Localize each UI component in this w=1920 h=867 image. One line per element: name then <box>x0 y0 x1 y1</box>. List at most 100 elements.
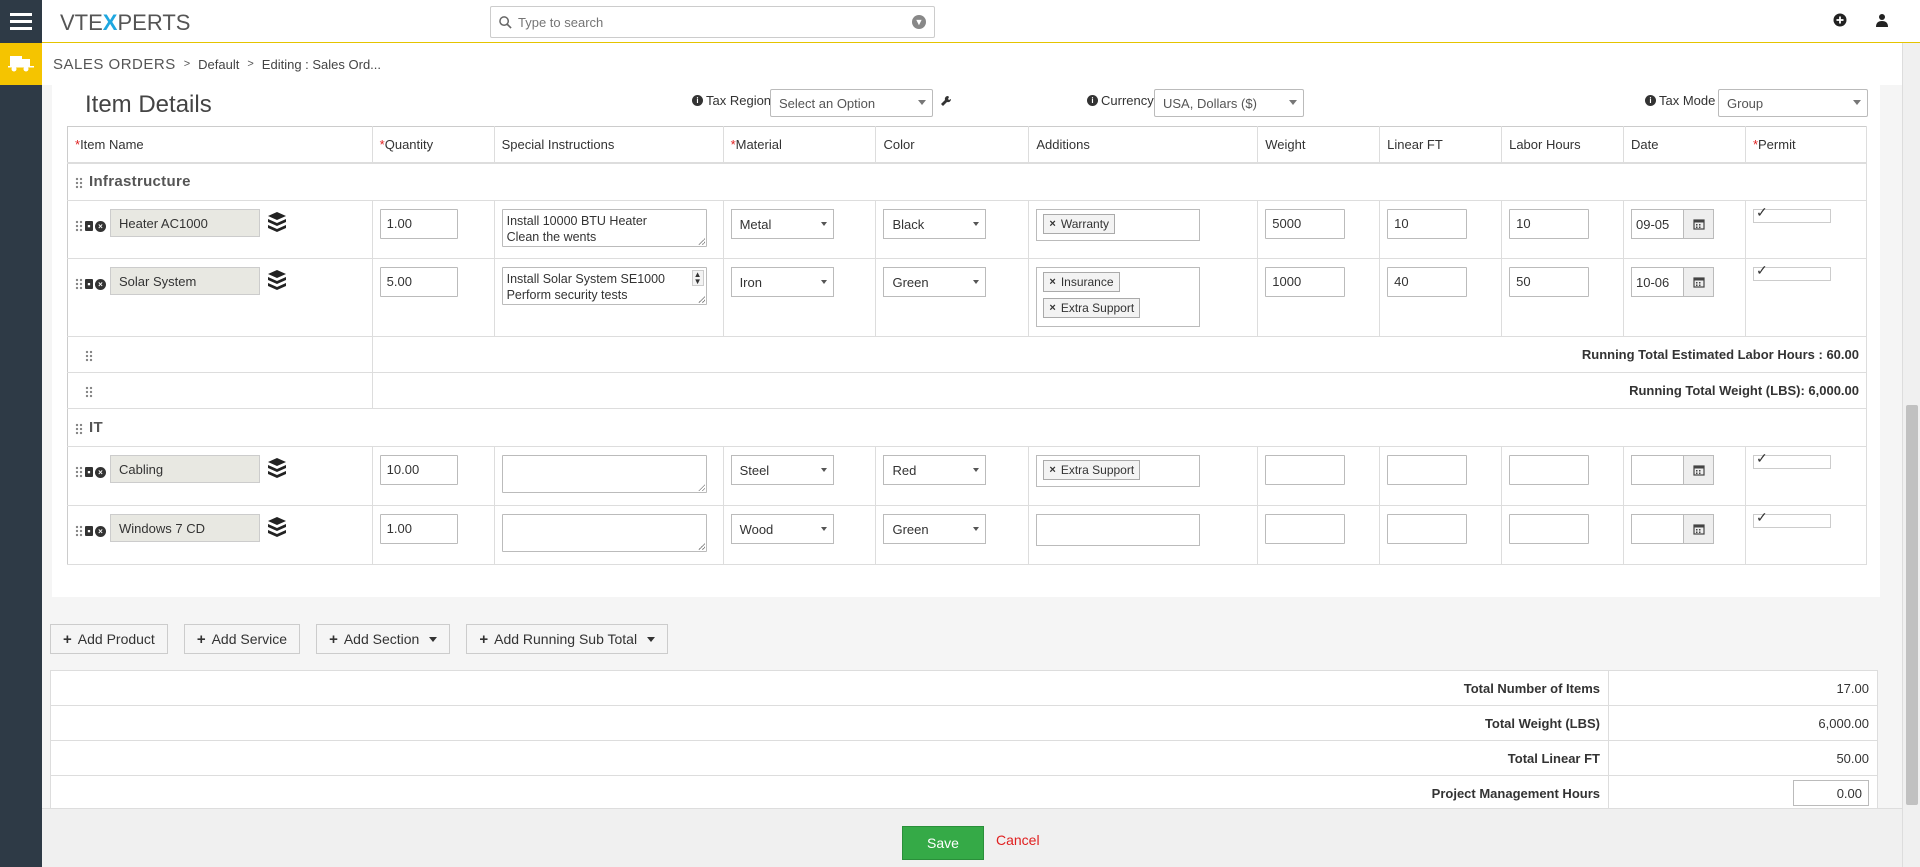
drag-handle-icon[interactable] <box>75 176 83 189</box>
calendar-icon[interactable] <box>1683 268 1714 296</box>
special-instructions-textarea[interactable] <box>501 455 707 493</box>
color-select[interactable]: Green <box>883 514 987 544</box>
drag-handle-icon[interactable] <box>85 385 93 398</box>
close-icon[interactable]: × <box>95 466 106 478</box>
date-input[interactable]: 09-05 <box>1631 209 1715 239</box>
add-section-button[interactable]: + Add Section <box>316 624 451 654</box>
trash-icon[interactable]: ▪ <box>85 221 93 231</box>
close-icon[interactable]: × <box>95 525 106 537</box>
quantity-input[interactable]: 1.00 <box>379 209 458 239</box>
calendar-icon[interactable] <box>1683 456 1714 484</box>
weight-input[interactable]: 1000 <box>1265 267 1346 297</box>
addition-tag[interactable]: × Extra Support <box>1043 298 1141 318</box>
boxes-icon[interactable] <box>266 211 288 236</box>
item-name-field[interactable]: Windows 7 CD <box>110 514 260 542</box>
item-name-field[interactable]: Heater AC1000 <box>110 209 260 237</box>
drag-handle-icon[interactable] <box>75 466 83 478</box>
addition-tag[interactable]: × Insurance <box>1043 272 1120 292</box>
color-select[interactable]: Red <box>883 455 987 485</box>
weight-input[interactable] <box>1265 514 1346 544</box>
scroll-stepper-icon[interactable]: ▲ ▼ <box>691 270 704 286</box>
permit-checkbox[interactable]: ✓ <box>1752 450 1831 469</box>
drag-handle-icon[interactable] <box>85 349 93 362</box>
item-name-field[interactable]: Solar System <box>110 267 260 295</box>
close-icon[interactable]: × <box>95 220 106 232</box>
addition-tag[interactable]: × Extra Support <box>1043 460 1141 480</box>
drag-handle-icon[interactable] <box>75 422 83 435</box>
labor-hours-input[interactable]: 50 <box>1509 267 1590 297</box>
chevron-down-icon[interactable]: ▼ <box>912 15 926 29</box>
trash-icon[interactable]: ▪ <box>85 467 93 477</box>
weight-input[interactable] <box>1265 455 1346 485</box>
special-instructions-textarea[interactable] <box>501 514 707 552</box>
drag-handle-icon[interactable] <box>75 220 83 232</box>
drag-handle-icon[interactable] <box>75 278 83 290</box>
additions-multiselect[interactable]: × Warranty <box>1036 209 1201 241</box>
page-scrollbar[interactable] <box>1902 43 1920 867</box>
global-search[interactable]: ▼ <box>490 6 935 38</box>
wrench-icon[interactable] <box>940 95 952 110</box>
material-select[interactable]: Metal <box>730 209 834 239</box>
add-running-sub-total-button[interactable]: + Add Running Sub Total <box>466 624 669 654</box>
user-icon[interactable] <box>1874 12 1890 28</box>
boxes-icon[interactable] <box>266 457 288 482</box>
menu-icon[interactable] <box>0 0 42 43</box>
project-management-hours-input[interactable]: 0.00 <box>1793 780 1869 806</box>
labor-hours-input[interactable] <box>1509 514 1590 544</box>
remove-tag-icon[interactable]: × <box>1049 218 1055 230</box>
addition-tag[interactable]: × Warranty <box>1043 214 1116 234</box>
search-input[interactable] <box>512 14 912 30</box>
quantity-input[interactable]: 1.00 <box>379 514 458 544</box>
save-button[interactable]: Save <box>902 826 984 860</box>
linear-ft-input[interactable] <box>1387 455 1468 485</box>
tax-region-select[interactable]: Select an Option <box>770 89 933 117</box>
labor-hours-input[interactable] <box>1509 455 1590 485</box>
date-input[interactable] <box>1631 514 1715 544</box>
weight-input[interactable]: 5000 <box>1265 209 1346 239</box>
app-logo[interactable]: VTEXPERTS <box>60 10 190 36</box>
trash-icon[interactable]: ▪ <box>85 526 93 536</box>
additions-multiselect[interactable]: × Extra Support <box>1036 455 1201 487</box>
breadcrumb-item-default[interactable]: Default <box>198 57 239 72</box>
quantity-input[interactable]: 5.00 <box>379 267 458 297</box>
remove-tag-icon[interactable]: × <box>1049 276 1055 288</box>
add-product-button[interactable]: + Add Product <box>50 624 168 654</box>
quantity-input[interactable]: 10.00 <box>379 455 458 485</box>
remove-tag-icon[interactable]: × <box>1049 464 1055 476</box>
add-icon[interactable] <box>1832 12 1848 28</box>
linear-ft-input[interactable]: 10 <box>1387 209 1468 239</box>
sales-orders-module-icon[interactable] <box>0 43 42 85</box>
close-icon[interactable]: × <box>95 278 106 290</box>
currency-select[interactable]: USA, Dollars ($) <box>1154 89 1304 117</box>
trash-icon[interactable]: ▪ <box>85 279 93 289</box>
scrollbar-thumb[interactable] <box>1906 405 1918 805</box>
boxes-icon[interactable] <box>266 269 288 294</box>
linear-ft-input[interactable]: 40 <box>1387 267 1468 297</box>
color-select[interactable]: Green <box>883 267 987 297</box>
date-input[interactable] <box>1631 455 1715 485</box>
color-select[interactable]: Black <box>883 209 987 239</box>
additions-multiselect[interactable] <box>1036 514 1201 546</box>
labor-hours-input[interactable]: 10 <box>1509 209 1590 239</box>
breadcrumb-module[interactable]: Sales Orders <box>53 56 176 73</box>
calendar-icon[interactable] <box>1683 210 1714 238</box>
permit-checkbox[interactable]: ✓ <box>1752 262 1831 281</box>
material-select[interactable]: Wood <box>730 514 834 544</box>
special-instructions-textarea[interactable]: Install Solar System SE1000 Perform secu… <box>501 267 707 305</box>
material-select[interactable]: Steel <box>730 455 834 485</box>
date-input[interactable]: 10-06 <box>1631 267 1715 297</box>
material-select[interactable]: Iron <box>730 267 834 297</box>
cancel-link[interactable]: Cancel <box>996 832 1040 848</box>
item-name-field[interactable]: Cabling <box>110 455 260 483</box>
special-instructions-textarea[interactable]: Install 10000 BTU Heater Clean the wents <box>501 209 707 247</box>
add-service-button[interactable]: + Add Service <box>183 624 301 654</box>
boxes-icon[interactable] <box>266 516 288 541</box>
drag-handle-icon[interactable] <box>75 525 83 537</box>
linear-ft-input[interactable] <box>1387 514 1468 544</box>
permit-checkbox[interactable]: ✓ <box>1752 204 1831 223</box>
permit-checkbox[interactable]: ✓ <box>1752 509 1831 528</box>
additions-multiselect[interactable]: × Insurance × Extra Support <box>1036 267 1201 327</box>
remove-tag-icon[interactable]: × <box>1049 302 1055 314</box>
tax-mode-select[interactable]: Group <box>1718 89 1868 117</box>
calendar-icon[interactable] <box>1683 515 1714 543</box>
